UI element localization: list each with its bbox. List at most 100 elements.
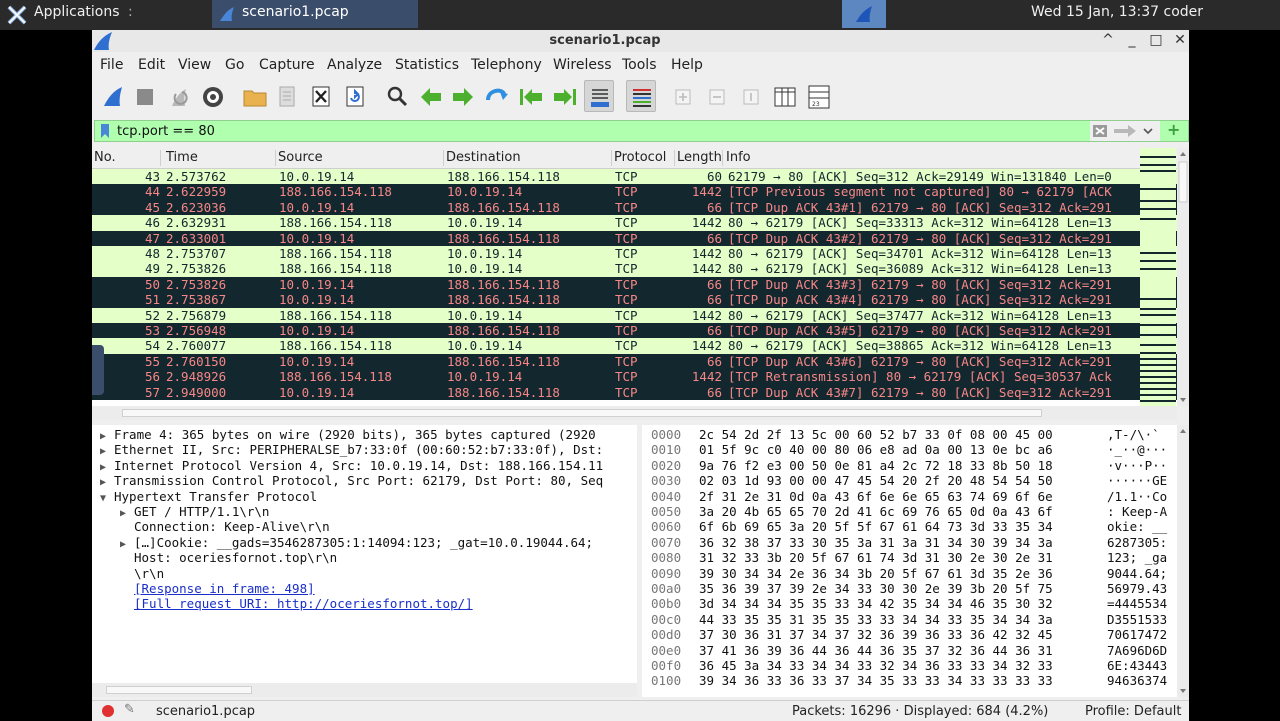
scrollbar-thumb[interactable]: [122, 409, 1042, 417]
packet-row[interactable]: 46 2.632931 188.166.154.118 10.0.19.14 TCP 14…: [92, 215, 1177, 231]
detail-tree-item[interactable]: \r\n: [120, 566, 164, 581]
chevron-down-icon[interactable]: [1142, 125, 1154, 137]
hex-row[interactable]: 0070 36 32 38 37 33 30 35 3a 31 3a 31 34 …: [642, 535, 1177, 550]
restart-capture-button[interactable]: [164, 80, 194, 112]
packet-list-horizontal-scrollbar[interactable]: [92, 406, 1177, 420]
scrollbar-thumb[interactable]: [106, 686, 252, 694]
detail-tree-item[interactable]: ▶ Internet Protocol Version 4, Src: 10.0.…: [100, 458, 603, 473]
menu-wireless[interactable]: Wireless: [553, 57, 612, 73]
column-header-destination[interactable]: Destination: [446, 150, 521, 165]
window-minimize-button[interactable]: _: [1124, 32, 1140, 48]
normal-size-button[interactable]: [736, 80, 766, 112]
capture-status-icon[interactable]: [102, 705, 114, 717]
hex-row[interactable]: 00c0 44 33 35 35 31 35 35 33 33 34 34 33 …: [642, 612, 1177, 627]
close-file-button[interactable]: [306, 80, 336, 112]
hex-row[interactable]: 0060 6f 6b 69 65 3a 20 5f 5f 67 61 64 73 …: [642, 519, 1177, 534]
detail-link[interactable]: [Response in frame: 498]: [134, 581, 315, 596]
column-separator[interactable]: [674, 150, 675, 166]
hex-row[interactable]: 00e0 37 41 36 39 36 44 36 44 36 35 37 32 …: [642, 643, 1177, 658]
layout-button[interactable]: 23: [804, 80, 834, 112]
packet-row[interactable]: 55 2.760150 10.0.19.14 188.166.154.118 TCP 66…: [92, 353, 1177, 370]
packet-row[interactable]: 48 2.753707 188.166.154.118 10.0.19.14 TCP 14…: [92, 246, 1177, 262]
packet-list-vertical-scrollbar[interactable]: [1177, 148, 1189, 406]
menu-help[interactable]: Help: [671, 57, 703, 73]
zoom-out-button[interactable]: [702, 80, 732, 112]
hex-row[interactable]: 00d0 37 30 36 31 37 34 37 32 36 39 36 33 …: [642, 627, 1177, 642]
menu-statistics[interactable]: Statistics: [395, 57, 459, 73]
detail-tree-item[interactable]: ▶ […]Cookie: __gads=3546287305:1:14094:12…: [120, 535, 593, 550]
column-separator[interactable]: [160, 150, 161, 166]
hex-row[interactable]: 0100 39 34 36 33 36 33 37 34 35 33 33 34 …: [642, 673, 1177, 688]
first-packet-button[interactable]: [516, 80, 546, 112]
hex-row[interactable]: 0020 9a 76 f2 e3 00 50 0e 81 a4 2c 72 18 …: [642, 458, 1177, 473]
packet-row[interactable]: 47 2.633001 10.0.19.14 188.166.154.118 TCP 66…: [92, 230, 1177, 246]
bytes-vertical-scrollbar[interactable]: [1177, 425, 1189, 697]
add-filter-button[interactable]: +: [1167, 120, 1180, 139]
go-to-packet-button[interactable]: [482, 80, 512, 112]
hex-row[interactable]: 0000 2c 54 2d 2f 13 5c 00 60 52 b7 33 0f …: [642, 427, 1177, 442]
capture-options-button[interactable]: [198, 80, 228, 112]
menu-view[interactable]: View: [178, 57, 211, 73]
column-separator[interactable]: [611, 150, 612, 166]
detail-tree-item[interactable]: [Full request URI: http://oceriesfornot.…: [120, 596, 473, 611]
menu-edit[interactable]: Edit: [138, 57, 165, 73]
window-shade-button[interactable]: ^: [1100, 32, 1116, 48]
hex-row[interactable]: 0040 2f 31 2e 31 0d 0a 43 6f 6e 6e 65 63 …: [642, 489, 1177, 504]
packet-row[interactable]: 51 2.753867 10.0.19.14 188.166.154.118 TCP 66…: [92, 292, 1177, 308]
detail-tree-item[interactable]: ▶ Transmission Control Protocol, Src Port…: [100, 473, 603, 488]
packet-row[interactable]: 56 2.948926 188.166.154.118 10.0.19.14 TCP 14…: [92, 369, 1177, 385]
column-header-protocol[interactable]: Protocol: [614, 150, 666, 165]
reload-file-button[interactable]: [340, 80, 370, 112]
packet-row[interactable]: 54 2.760077 188.166.154.118 10.0.19.14 TCP 14…: [92, 338, 1177, 354]
colorize-button[interactable]: [626, 80, 656, 112]
menu-file[interactable]: File: [100, 57, 123, 73]
hex-row[interactable]: 0010 01 5f 9c c0 40 00 80 06 e8 ad 0a 00 …: [642, 442, 1177, 457]
status-profile[interactable]: Profile: Default: [1085, 704, 1181, 719]
start-capture-button[interactable]: [98, 80, 128, 112]
find-packet-button[interactable]: [382, 80, 412, 112]
go-forward-button[interactable]: [448, 80, 478, 112]
detail-tree-item[interactable]: [Response in frame: 498]: [120, 581, 315, 596]
packet-row[interactable]: 45 2.623036 10.0.19.14 188.166.154.118 TCP 66…: [92, 199, 1177, 216]
packet-details[interactable]: ▶ Frame 4: 365 bytes on wire (2920 bits),…: [92, 425, 637, 697]
go-back-button[interactable]: [416, 80, 446, 112]
collapse-arrow-icon[interactable]: ▼: [100, 491, 114, 506]
clear-filter-icon[interactable]: [1092, 123, 1108, 139]
hex-row[interactable]: 0080 31 32 33 3b 20 5f 67 61 74 3d 31 30 …: [642, 550, 1177, 565]
menu-telephony[interactable]: Telephony: [471, 57, 542, 73]
hex-row[interactable]: 0090 39 30 34 34 2e 36 34 3b 20 5f 67 61 …: [642, 566, 1177, 581]
column-header-source[interactable]: Source: [278, 150, 323, 165]
hex-row[interactable]: 00a0 35 36 39 37 39 2e 34 33 30 30 2e 39 …: [642, 581, 1177, 596]
xfce-logo-icon[interactable]: [6, 4, 28, 26]
zoom-in-button[interactable]: [668, 80, 698, 112]
packet-row[interactable]: 52 2.756879 188.166.154.118 10.0.19.14 TCP 14…: [92, 307, 1177, 323]
packet-row[interactable]: 49 2.753826 188.166.154.118 10.0.19.14 TCP 14…: [92, 261, 1177, 277]
packet-row[interactable]: 43 2.573762 10.0.19.14 188.166.154.118 TCP 60…: [92, 169, 1177, 185]
column-separator[interactable]: [443, 150, 444, 166]
column-header-info[interactable]: Info: [726, 150, 751, 165]
detail-tree-item[interactable]: ▶ Ethernet II, Src: PERIPHERALSE_b7:33:0f…: [100, 442, 603, 457]
detail-tree-item[interactable]: ▼ Hypertext Transfer Protocol: [100, 489, 317, 504]
detail-link[interactable]: [Full request URI: http://oceriesfornot.…: [134, 596, 473, 611]
window-close-button[interactable]: ✕: [1172, 32, 1188, 48]
menu-analyze[interactable]: Analyze: [327, 57, 382, 73]
display-filter-input[interactable]: [117, 123, 1077, 139]
hex-row[interactable]: 0050 3a 20 4b 65 65 70 2d 41 6c 69 76 65 …: [642, 504, 1177, 519]
packet-list[interactable]: No. Time Source Destination Protocol Len…: [92, 148, 1177, 406]
bookmark-icon[interactable]: [99, 123, 111, 139]
apply-filter-icon[interactable]: [1112, 123, 1138, 139]
packet-row[interactable]: 57 2.949000 10.0.19.14 188.166.154.118 TCP 66…: [92, 384, 1177, 400]
packet-row[interactable]: 50 2.753826 10.0.19.14 188.166.154.118 TCP 66…: [92, 276, 1177, 293]
detail-tree-item[interactable]: Connection: Keep-Alive\r\n: [120, 519, 330, 534]
packet-minimap[interactable]: [1140, 148, 1176, 406]
detail-tree-item[interactable]: ▶ Frame 4: 365 bytes on wire (2920 bits),…: [100, 427, 596, 442]
column-header-no[interactable]: No.: [94, 150, 116, 165]
pane-resize-handle[interactable]: [92, 345, 104, 395]
detail-tree-item[interactable]: Host: oceriesfornot.top\r\n: [120, 550, 337, 565]
column-separator[interactable]: [722, 150, 723, 166]
window-maximize-button[interactable]: □: [1148, 32, 1164, 48]
stop-capture-button[interactable]: [130, 80, 160, 112]
hex-row[interactable]: 0030 02 03 1d 93 00 00 47 45 54 20 2f 20 …: [642, 473, 1177, 488]
hex-row[interactable]: 00b0 3d 34 34 34 35 35 33 34 42 35 34 34 …: [642, 596, 1177, 611]
taskbar-wireshark-launcher[interactable]: [842, 0, 886, 28]
